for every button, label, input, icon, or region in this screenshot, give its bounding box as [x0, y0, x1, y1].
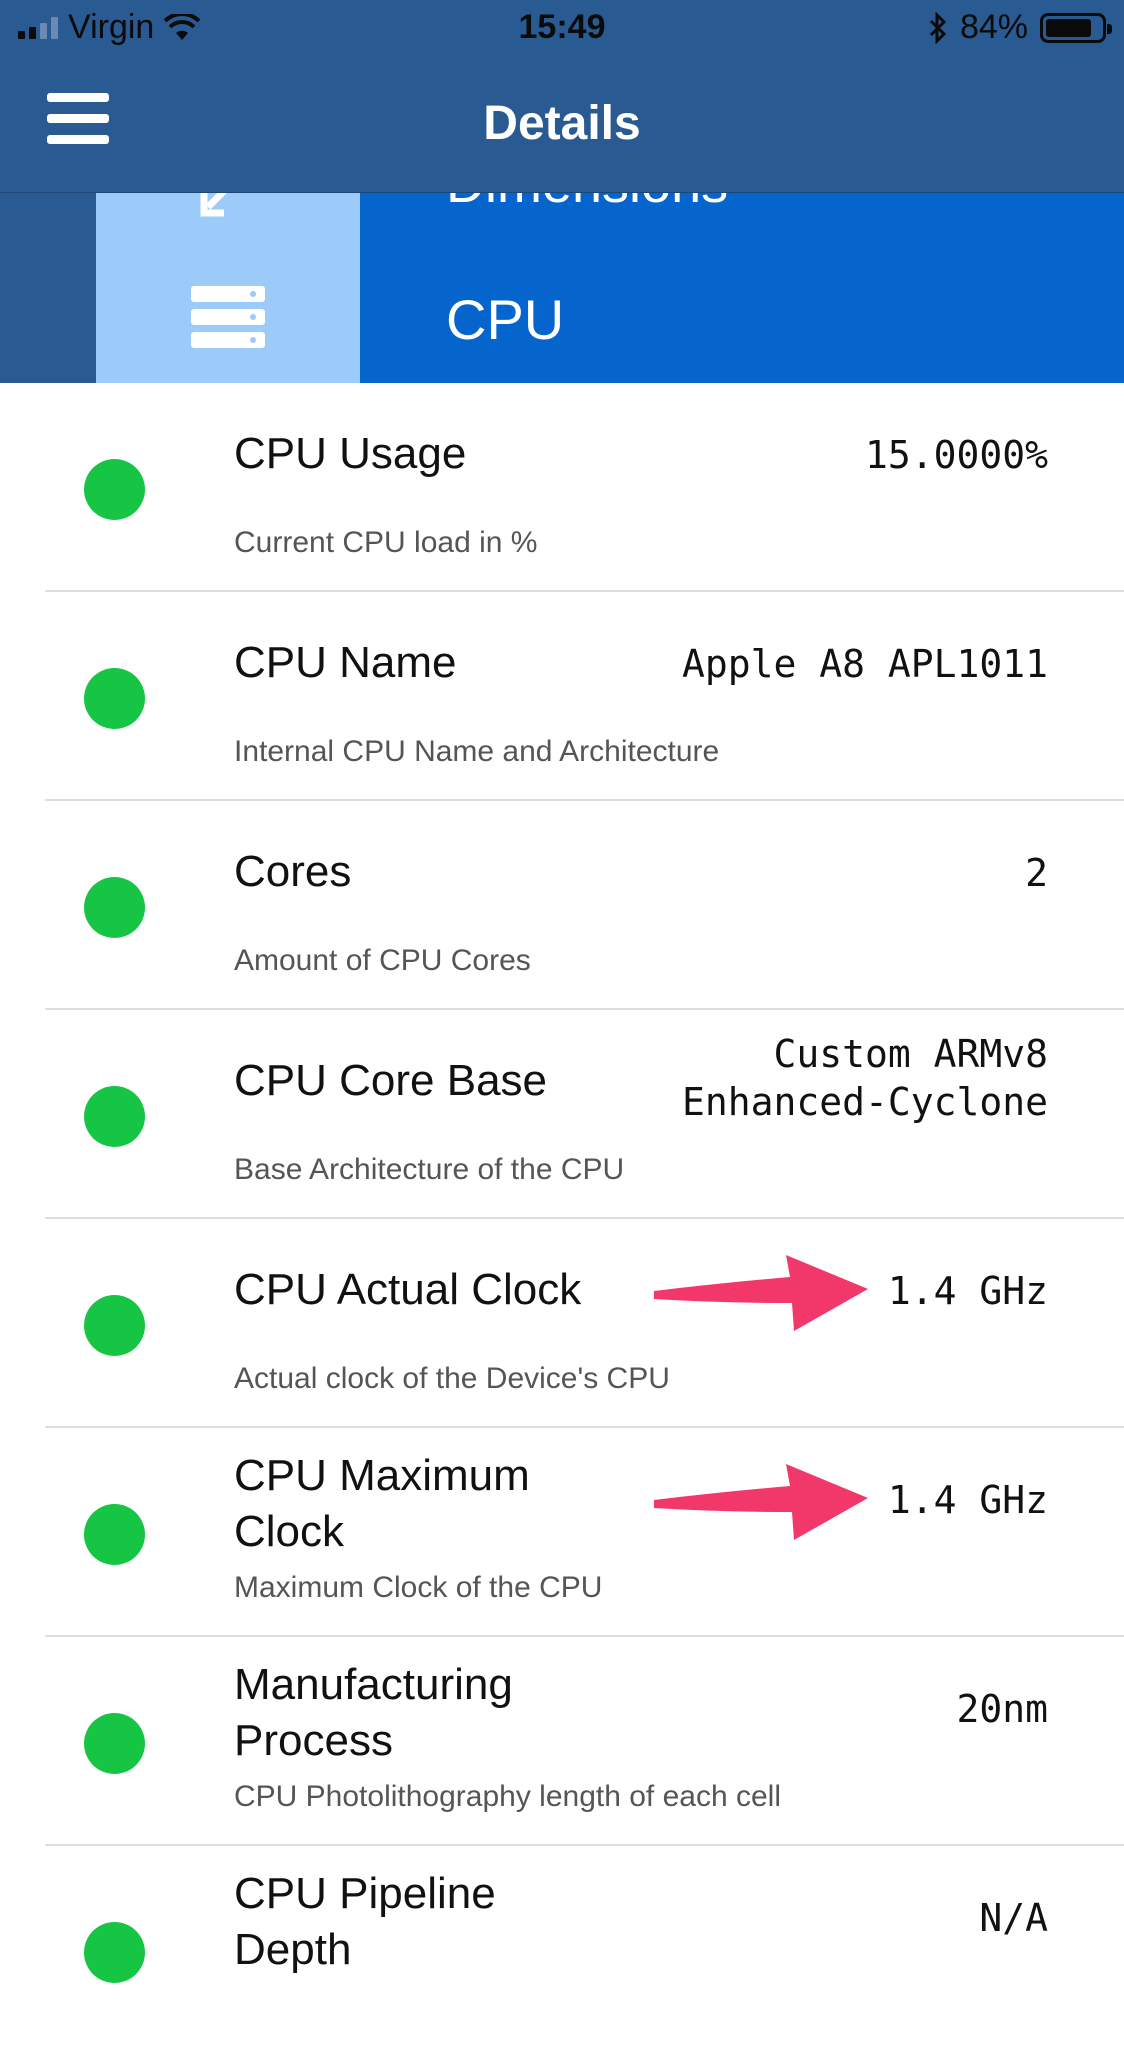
battery-icon — [1040, 12, 1112, 43]
row-title: CPU Usage — [234, 429, 467, 478]
list-item-cpu-name[interactable]: CPU Name Internal CPU Name and Architect… — [0, 592, 1124, 801]
row-title: CPU Maximum Clock — [234, 1448, 530, 1560]
list-item-cpu-maximum-clock[interactable]: CPU Maximum Clock Maximum Clock of the C… — [0, 1428, 1124, 1637]
page-title: Details — [483, 97, 641, 150]
cpu-server-icon — [191, 286, 265, 348]
row-title-line: Clock — [234, 1507, 345, 1556]
category-tab-cpu[interactable]: Dimensions CPU — [360, 193, 1124, 383]
row-value: Apple A8 APL1011 — [681, 642, 1048, 686]
row-value: Custom ARMv8 Enhanced-Cyclone — [682, 1030, 1048, 1126]
status-dot — [84, 1504, 145, 1565]
row-subtitle: Amount of CPU Cores — [234, 944, 531, 977]
row-title-line: CPU Pipeline — [234, 1869, 496, 1918]
resize-arrow-icon — [200, 193, 227, 217]
row-subtitle: Maximum Clock of the CPU — [234, 1571, 603, 1604]
row-title-line: Process — [234, 1716, 393, 1765]
bluetooth-icon — [929, 11, 947, 44]
status-dot — [84, 668, 145, 729]
row-title-line: CPU Maximum — [234, 1451, 530, 1500]
status-dot — [84, 1295, 145, 1356]
row-subtitle: Base Architecture of the CPU — [234, 1153, 625, 1186]
status-dot — [84, 1086, 145, 1147]
battery-percent: 84% — [959, 8, 1028, 46]
category-selector: Dimensions CPU — [0, 193, 1124, 383]
status-bar: Virgin 15:49 84% — [0, 0, 1124, 60]
row-value: 2 — [1025, 851, 1048, 895]
row-value: 20nm — [956, 1687, 1048, 1731]
status-dot — [84, 459, 145, 520]
list-item-cpu-actual-clock[interactable]: CPU Actual Clock Actual clock of the Dev… — [0, 1219, 1124, 1428]
row-value: 1.4 GHz — [887, 1478, 1048, 1522]
row-title-line: Manufacturing — [234, 1660, 513, 1709]
list-item-cpu-pipeline-depth[interactable]: CPU Pipeline Depth N/A — [0, 1846, 1124, 2055]
row-value: 15.0000% — [864, 433, 1048, 477]
status-dot — [84, 1713, 145, 1774]
row-title: Manufacturing Process — [234, 1657, 513, 1769]
row-title-line: Depth — [234, 1925, 352, 1974]
status-dot — [84, 1922, 145, 1983]
row-subtitle: Actual clock of the Device's CPU — [234, 1362, 670, 1395]
annotation-arrow-icon — [654, 1255, 868, 1331]
list-item-cpu-core-base[interactable]: CPU Core Base Base Architecture of the C… — [0, 1010, 1124, 1219]
row-title: CPU Name — [234, 638, 457, 687]
category-icon-column — [96, 193, 360, 383]
status-dot — [84, 877, 145, 938]
cpu-details-list: CPU Usage Current CPU load in % 15.0000%… — [0, 383, 1124, 2055]
list-item-cores[interactable]: Cores Amount of CPU Cores 2 — [0, 801, 1124, 1010]
navigation-bar: Details — [0, 60, 1124, 193]
annotation-arrow-icon — [654, 1464, 868, 1540]
category-tab-cpu-label: CPU — [446, 288, 565, 351]
row-title: Cores — [234, 847, 352, 896]
row-title: CPU Pipeline Depth — [234, 1866, 496, 1978]
row-value-line: Custom ARMv8 — [773, 1032, 1048, 1076]
status-bar-right: 84% — [928, 8, 1112, 47]
row-value: 1.4 GHz — [887, 1269, 1048, 1313]
row-value: N/A — [979, 1896, 1048, 1940]
row-subtitle: Current CPU load in % — [234, 526, 538, 559]
row-subtitle: Internal CPU Name and Architecture — [234, 735, 720, 768]
category-tab-dimensions-label[interactable]: Dimensions — [446, 193, 728, 215]
list-item-cpu-usage[interactable]: CPU Usage Current CPU load in % 15.0000% — [0, 383, 1124, 592]
row-title: CPU Core Base — [234, 1056, 548, 1105]
row-subtitle: CPU Photolithography length of each cell — [234, 1780, 782, 1813]
list-item-manufacturing-process[interactable]: Manufacturing Process CPU Photolithograp… — [0, 1637, 1124, 1846]
row-value-line: Enhanced-Cyclone — [681, 1080, 1048, 1124]
row-title: CPU Actual Clock — [234, 1265, 582, 1314]
